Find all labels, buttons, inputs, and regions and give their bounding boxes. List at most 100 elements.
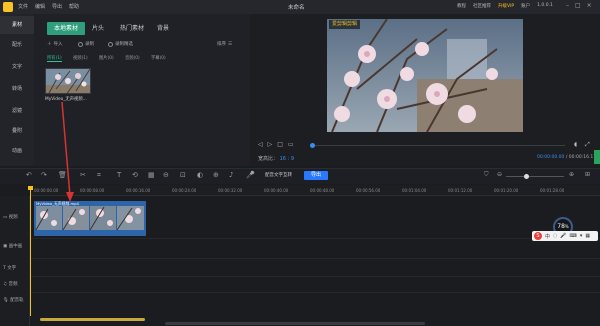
import-label: 导入 <box>53 42 63 47</box>
preview-video[interactable] <box>327 19 523 132</box>
ime-language[interactable]: 中 <box>545 233 550 240</box>
preview-progress-track[interactable] <box>313 145 565 146</box>
menu-help[interactable]: 帮助 <box>69 3 79 10</box>
skin-icon[interactable]: ▾ <box>580 233 583 239</box>
media-file-name: MyVideo_无声视频... <box>45 97 87 102</box>
lane-divider <box>30 276 600 277</box>
fullscreen-icon[interactable]: ▭ <box>288 141 294 148</box>
undo-icon[interactable]: ↶ <box>26 171 32 179</box>
track-video-label: 视频 <box>8 215 18 220</box>
split-icon[interactable]: ✂ <box>80 171 86 179</box>
speed-icon[interactable]: ⊖ <box>163 171 169 179</box>
color-icon[interactable]: ◐ <box>197 171 203 179</box>
menu-edit[interactable]: 编辑 <box>35 3 45 10</box>
account-link[interactable]: 账户 <box>521 3 530 9</box>
menu-file[interactable]: 文件 <box>18 3 28 10</box>
mosaic-icon[interactable]: ▦ <box>148 171 155 179</box>
rail-item-music[interactable]: 配乐 <box>0 36 34 54</box>
ime-toolbar[interactable]: S 中 ◌ 🎤 ⌨ ▾ ▦ <box>532 231 598 241</box>
delete-icon[interactable]: 🗑 <box>58 171 67 179</box>
fit-icon[interactable]: ⊞ <box>585 171 590 178</box>
rotate-icon[interactable]: ⟲ <box>132 171 138 179</box>
prev-frame-icon[interactable]: ◁ <box>258 141 263 148</box>
volume-icon[interactable]: ◖ <box>574 141 577 148</box>
menu-grid-icon[interactable]: ▦ <box>585 233 590 239</box>
freeze-icon[interactable]: ⊡ <box>180 171 186 179</box>
export-button[interactable]: 导出 <box>304 171 328 180</box>
zoom-in-icon[interactable]: ⊕ <box>569 171 574 178</box>
mic-ime-icon[interactable]: 🎤 <box>560 233 566 239</box>
preview-progress-knob[interactable] <box>310 143 315 148</box>
screen-record-icon <box>108 41 113 47</box>
aspect-ratio[interactable]: 宽高比： 16 : 9 <box>258 155 294 162</box>
stop-icon[interactable]: □ <box>277 141 283 148</box>
rail-item-filter[interactable]: 滤镜 <box>0 102 34 120</box>
play-icon[interactable]: ▷ <box>268 141 273 148</box>
lane-divider <box>30 238 600 239</box>
record-label: 录制 <box>85 42 94 47</box>
total-time: / 00:00:16.17 <box>565 155 597 160</box>
expand-icon[interactable]: ⤢ <box>585 141 590 149</box>
screen-record-button[interactable]: 录制精选 <box>108 41 133 47</box>
minimize-icon[interactable]: – <box>566 2 569 9</box>
ruler-tick: 00:00:00.00 <box>34 188 59 193</box>
zoom-slider[interactable] <box>506 176 564 177</box>
ruler-tick: 00:01:20.00 <box>494 188 519 193</box>
audio-tool-icon[interactable]: ♪ <box>229 171 233 179</box>
redo-icon[interactable]: ↷ <box>41 171 47 179</box>
sogou-logo-icon: S <box>534 232 542 240</box>
aspect-ratio-label: 宽高比： <box>258 156 279 162</box>
plus-icon: ＋ <box>47 42 52 47</box>
punctuation-icon[interactable]: ◌ <box>553 233 557 239</box>
timeline-scroll-indicator[interactable] <box>40 318 145 321</box>
rail-item-animation[interactable]: 动画 <box>0 142 34 160</box>
media-thumbnail[interactable] <box>45 68 91 94</box>
zoom-tool-icon[interactable]: ⊕ <box>213 171 219 179</box>
ruler-tick: 00:00:48.00 <box>310 188 335 193</box>
tutorial-link[interactable]: 教程 <box>457 3 466 9</box>
menu-export[interactable]: 导出 <box>52 3 62 10</box>
category-all[interactable]: 所有(1) <box>47 55 62 62</box>
keyboard-icon[interactable]: ⌨ <box>570 233 577 239</box>
tab-intro[interactable]: 片头 <box>88 22 108 35</box>
text-track-icon: T <box>3 266 6 271</box>
ruler-tick: 00:01:28.00 <box>540 188 565 193</box>
ruler-tick: 00:00:32.00 <box>218 188 243 193</box>
category-image[interactable]: 图片(0) <box>99 55 114 61</box>
playhead-line[interactable] <box>30 186 31 316</box>
voiceover-track-icon: 🎙 <box>3 298 9 303</box>
category-video[interactable]: 视频(1) <box>73 55 88 61</box>
audio-track-icon: ♫ <box>3 282 8 287</box>
upgrade-vip-link[interactable]: 升级VIP <box>498 3 514 9</box>
sort-button[interactable]: 排序 ☰ <box>217 41 232 48</box>
rail-item-text[interactable]: 文字 <box>0 58 34 76</box>
zoom-out-icon[interactable]: ⊖ <box>497 171 502 178</box>
community-link[interactable]: 社区推荐 <box>473 3 491 9</box>
rail-item-overlay[interactable]: 叠附 <box>0 122 34 140</box>
tts-button[interactable]: 配音文字互转 <box>265 172 292 178</box>
category-subtitle[interactable]: 字幕(0) <box>151 55 166 61</box>
crop-icon[interactable]: ⌗ <box>97 171 101 180</box>
mic-icon[interactable]: 🎤 <box>246 171 255 179</box>
text-tool-icon[interactable]: T <box>117 171 121 179</box>
pip-track-icon: ▣ <box>3 244 8 249</box>
timeline-horizontal-scrollbar[interactable] <box>165 322 425 325</box>
track-text: T 文字 <box>3 265 16 271</box>
maximize-icon[interactable]: □ <box>575 2 581 9</box>
shield-icon[interactable]: ⛉ <box>484 171 489 179</box>
rail-item-media[interactable]: 素材 <box>0 16 34 34</box>
ruler-tick: 00:00:16.00 <box>126 188 151 193</box>
tab-local-media[interactable]: 本地素材 <box>47 22 85 35</box>
close-icon[interactable]: × <box>587 2 592 9</box>
rail-item-transition[interactable]: 转场 <box>0 80 34 98</box>
tab-background[interactable]: 背景 <box>153 22 173 35</box>
playhead-handle[interactable] <box>28 186 33 190</box>
timecode: 00:00:00.00 / 00:00:16.17 <box>537 155 596 160</box>
side-badge[interactable] <box>594 150 600 164</box>
menu-bar: 文件 编辑 导出 帮助 未命名 教程 社区推荐 升级VIP 账户 1.0.0.1… <box>0 0 600 14</box>
tab-hot-media[interactable]: 热门素材 <box>115 22 149 35</box>
import-button[interactable]: ＋ 导入 <box>47 41 63 47</box>
category-audio[interactable]: 音频(0) <box>125 55 140 61</box>
record-button[interactable]: 录制 <box>78 41 94 47</box>
performance-value: 78 <box>557 223 565 230</box>
